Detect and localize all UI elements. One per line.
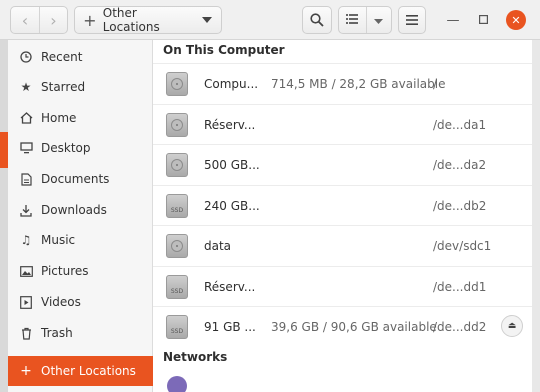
desktop-icon	[19, 141, 33, 155]
drive-name: Réserv...	[204, 280, 256, 294]
drive-name: data	[204, 239, 232, 253]
clock-icon	[19, 50, 33, 64]
search-icon	[310, 13, 324, 27]
ssd-icon: SSD	[166, 275, 188, 299]
menu-button[interactable]	[398, 6, 426, 34]
music-icon: ♫	[20, 233, 32, 247]
drive-row[interactable]: SSD 240 GB... /de...db2	[153, 185, 532, 225]
video-icon	[19, 295, 33, 309]
sidebar-item-documents[interactable]: Documents	[8, 164, 153, 194]
sidebar-item-music[interactable]: ♫ Music	[8, 225, 153, 255]
sidebar-item-label: Downloads	[41, 203, 107, 217]
sidebar-item-label: Recent	[41, 50, 83, 64]
drive-path: /de...da2	[433, 158, 487, 172]
close-icon: ✕	[511, 13, 521, 27]
drive-path: /de...dd2	[433, 320, 487, 334]
drive-name: 500 GB...	[204, 158, 260, 172]
sidebar-item-label: Desktop	[41, 141, 91, 155]
ssd-icon: SSD	[166, 315, 188, 339]
back-button[interactable]: ‹	[11, 7, 39, 33]
eject-button[interactable]: ⏏	[501, 315, 523, 337]
list-view-button[interactable]	[339, 7, 366, 33]
home-icon	[19, 111, 33, 125]
sidebar-item-label: Starred	[41, 80, 86, 94]
maximize-icon	[478, 13, 488, 28]
caret-down-icon	[374, 13, 384, 27]
sidebar-item-label: Other Locations	[41, 364, 136, 378]
close-button[interactable]: ✕	[506, 10, 526, 30]
hard-disk-icon	[166, 113, 188, 137]
sidebar-item-label: Home	[41, 111, 77, 125]
caret-down-icon	[202, 17, 212, 23]
chevron-right-icon: ›	[50, 10, 57, 30]
sidebar-item-label: Trash	[41, 326, 73, 340]
chevron-left-icon: ‹	[21, 10, 29, 30]
hamburger-menu-icon	[406, 15, 418, 25]
maximize-button[interactable]	[473, 10, 493, 30]
sidebar-item-home[interactable]: Home	[8, 103, 153, 133]
document-icon	[19, 172, 33, 186]
network-icon	[167, 376, 187, 392]
window-edge	[532, 40, 540, 392]
hard-disk-icon	[166, 153, 188, 177]
plus-icon: +	[20, 363, 32, 379]
header-bar: ‹ › + Other Locations — ✕	[0, 0, 540, 40]
drive-name: 91 GB ...	[204, 320, 256, 334]
locations-list: On This Computer Compu... 714,5 MB / 28,…	[153, 40, 532, 392]
sidebar-item-desktop[interactable]: Desktop	[8, 133, 153, 163]
section-header-computer: On This Computer	[163, 43, 285, 57]
minimize-button[interactable]: —	[443, 10, 463, 30]
plus-icon: +	[83, 10, 97, 30]
background-window-edge	[0, 40, 8, 392]
ssd-icon: SSD	[166, 194, 188, 218]
trash-icon	[19, 326, 33, 340]
sidebar-item-label: Pictures	[41, 264, 89, 278]
hard-disk-icon	[166, 72, 188, 96]
drive-path: /de...dd1	[433, 280, 487, 294]
drive-path: /	[433, 77, 438, 91]
drive-path: /dev/sdc1	[433, 239, 492, 253]
view-options-button[interactable]	[365, 7, 391, 33]
sidebar-item-label: Documents	[41, 172, 110, 186]
forward-button[interactable]: ›	[39, 7, 67, 33]
location-label: Other Locations	[102, 6, 160, 34]
drive-name: 240 GB...	[204, 199, 260, 213]
drive-path: /de...db2	[433, 199, 487, 213]
sidebar-item-trash[interactable]: Trash	[8, 318, 153, 348]
eject-icon: ⏏	[507, 321, 517, 331]
star-icon: ★	[20, 80, 32, 94]
drive-row[interactable]: Réserv... /de...da1	[153, 104, 532, 144]
drive-row[interactable]: 500 GB... /de...da2	[153, 144, 532, 184]
drive-space: 714,5 MB / 28,2 GB available	[271, 77, 446, 91]
sidebar-item-videos[interactable]: Videos	[8, 287, 153, 317]
minimize-icon: —	[446, 12, 460, 28]
sidebar-item-other-locations[interactable]: + Other Locations	[8, 356, 153, 386]
sidebar-item-label: Videos	[41, 295, 81, 309]
drive-space: 39,6 GB / 90,6 GB available	[271, 320, 437, 334]
sidebar-item-starred[interactable]: ★ Starred	[8, 72, 153, 102]
navigation-buttons: ‹ ›	[10, 6, 68, 34]
drive-row[interactable]: data /dev/sdc1	[153, 225, 532, 265]
download-icon	[19, 203, 33, 217]
background-window-accent	[0, 132, 8, 168]
drive-name: Compu...	[204, 77, 259, 91]
drive-row[interactable]: SSD 91 GB ... 39,6 GB / 90,6 GB availabl…	[153, 306, 532, 346]
sidebar-item-label: Music	[41, 233, 76, 247]
drive-path: /de...da1	[433, 118, 487, 132]
location-button[interactable]: + Other Locations	[74, 6, 222, 34]
sidebar-item-pictures[interactable]: Pictures	[8, 256, 153, 286]
drive-row[interactable]: SSD Réserv... /de...dd1	[153, 266, 532, 306]
sidebar-item-downloads[interactable]: Downloads	[8, 195, 153, 225]
list-view-icon	[346, 13, 359, 27]
view-buttons	[338, 6, 392, 34]
drive-name: Réserv...	[204, 118, 256, 132]
sidebar-item-recent[interactable]: Recent	[8, 42, 153, 72]
search-button[interactable]	[302, 6, 332, 34]
hard-disk-icon	[166, 234, 188, 258]
sidebar: Recent ★ Starred Home Desktop Documents …	[8, 40, 153, 392]
picture-icon	[19, 264, 33, 278]
section-header-networks: Networks	[163, 350, 228, 364]
drive-row[interactable]: Compu... 714,5 MB / 28,2 GB available /	[153, 63, 532, 103]
